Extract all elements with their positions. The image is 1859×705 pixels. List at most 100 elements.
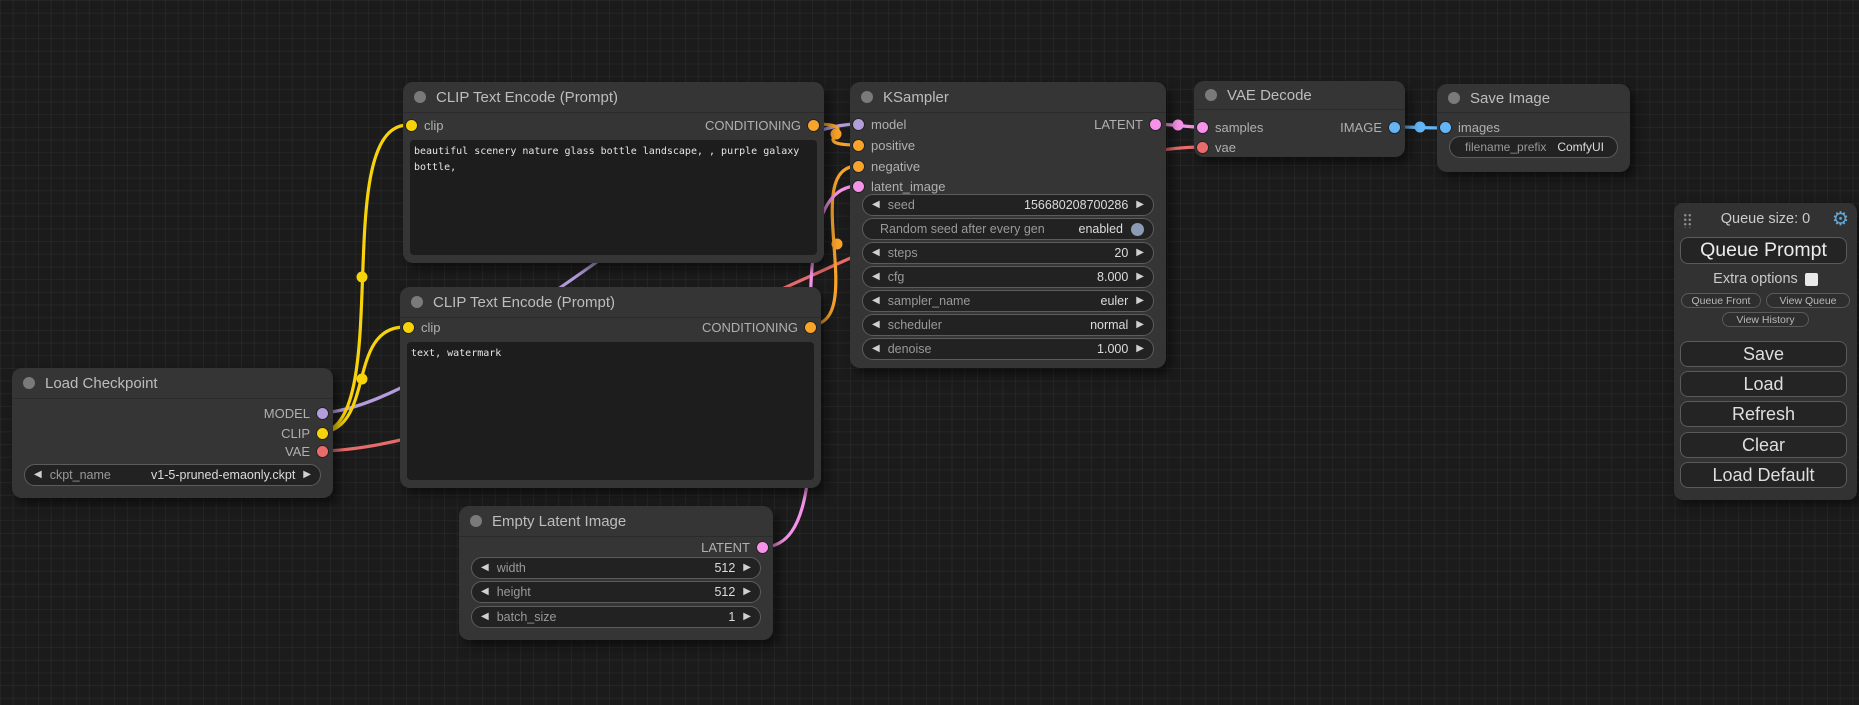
port-label: model [871,117,906,132]
arrow-right-icon[interactable]: ▶ [1136,248,1144,258]
arrow-left-icon[interactable]: ◀ [872,248,880,258]
ckpt-name-widget[interactable]: ◀ ckpt_name v1-5-pruned-emaonly.ckpt ▶ [24,464,321,486]
node-title: CLIP Text Encode (Prompt) [433,294,615,311]
node-vae-decode[interactable]: VAE Decode samples vae IMAGE [1194,81,1405,157]
cfg-widget[interactable]: ◀ cfg 8.000 ▶ [862,266,1154,288]
input-port-clip: clip [403,319,441,335]
collapse-dot-icon[interactable] [1448,92,1460,104]
port-label: CONDITIONING [705,118,801,133]
node-header[interactable]: VAE Decode [1194,81,1405,110]
node-ksampler[interactable]: KSampler model LATENT positive negative … [850,82,1166,368]
arrow-left-icon[interactable]: ◀ [872,320,880,330]
model-port-dot[interactable] [317,408,328,419]
wire-midpoint-dot [832,239,843,250]
arrow-right-icon[interactable]: ▶ [1136,200,1144,210]
arrow-right-icon[interactable]: ▶ [1136,344,1144,354]
view-history-button[interactable]: View History [1722,312,1809,327]
refresh-button[interactable]: Refresh [1680,401,1847,427]
widget-value: euler [1101,294,1129,308]
random-seed-toggle-widget[interactable]: Random seed after every gen enabled [862,218,1154,240]
vae-port-dot[interactable] [317,446,328,457]
conditioning-port-dot[interactable] [808,120,819,131]
arrow-right-icon[interactable]: ▶ [743,587,751,597]
steps-widget[interactable]: ◀ steps 20 ▶ [862,242,1154,264]
image-port-dot[interactable] [1389,122,1400,133]
input-port-negative: negative [853,158,920,174]
model-port-dot[interactable] [853,119,864,130]
clip-port-dot[interactable] [317,428,328,439]
wire-midpoint-dot [357,272,368,283]
collapse-dot-icon[interactable] [414,91,426,103]
node-header[interactable]: Save Image [1437,84,1630,113]
node-save-image[interactable]: Save Image images filename_prefix ComfyU… [1437,84,1630,172]
port-label: CONDITIONING [702,320,798,335]
seed-widget[interactable]: ◀ seed 156680208700286 ▶ [862,194,1154,216]
clear-button[interactable]: Clear [1680,432,1847,458]
node-header[interactable]: CLIP Text Encode (Prompt) [400,287,821,318]
node-header[interactable]: Load Checkpoint [12,368,333,399]
arrow-left-icon[interactable]: ◀ [872,272,880,282]
sampler-name-widget[interactable]: ◀ sampler_name euler ▶ [862,290,1154,312]
arrow-left-icon[interactable]: ◀ [481,612,489,622]
port-label: IMAGE [1340,120,1382,135]
node-clip-text-encode-negative[interactable]: CLIP Text Encode (Prompt) clip CONDITION… [400,287,821,488]
node-empty-latent-image[interactable]: Empty Latent Image LATENT ◀ width 512 ▶ … [459,506,773,640]
collapse-dot-icon[interactable] [861,91,873,103]
vae-port-dot[interactable] [1197,142,1208,153]
node-graph-canvas[interactable]: Load Checkpoint MODEL CLIP VAE ◀ ckpt_na… [0,0,1859,705]
latent-port-dot[interactable] [1150,119,1161,130]
load-button[interactable]: Load [1680,371,1847,397]
arrow-right-icon[interactable]: ▶ [743,612,751,622]
arrow-left-icon[interactable]: ◀ [481,587,489,597]
arrow-right-icon[interactable]: ▶ [1136,320,1144,330]
arrow-left-icon[interactable]: ◀ [481,563,489,573]
widget-value: ComfyUI [1557,140,1608,154]
conditioning-port-dot[interactable] [853,140,864,151]
input-port-model: model [853,116,906,132]
latent-port-dot[interactable] [757,542,768,553]
batch-size-widget[interactable]: ◀ batch_size 1 ▶ [471,606,761,628]
arrow-right-icon[interactable]: ▶ [743,563,751,573]
collapse-dot-icon[interactable] [1205,89,1217,101]
width-widget[interactable]: ◀ width 512 ▶ [471,557,761,579]
arrow-left-icon[interactable]: ◀ [872,344,880,354]
denoise-widget[interactable]: ◀ denoise 1.000 ▶ [862,338,1154,360]
clip-port-dot[interactable] [406,120,417,131]
collapse-dot-icon[interactable] [23,377,35,389]
conditioning-port-dot[interactable] [805,322,816,333]
arrow-left-icon[interactable]: ◀ [872,296,880,306]
load-default-button[interactable]: Load Default [1680,462,1847,488]
latent-port-dot[interactable] [1197,122,1208,133]
node-clip-text-encode-positive[interactable]: CLIP Text Encode (Prompt) clip CONDITION… [403,82,824,263]
arrow-right-icon[interactable]: ▶ [1136,296,1144,306]
conditioning-port-dot[interactable] [853,161,864,172]
toggle-dot-icon[interactable] [1131,223,1144,236]
queue-front-button[interactable]: Queue Front [1681,293,1761,308]
filename-prefix-widget[interactable]: filename_prefix ComfyUI [1449,136,1618,158]
node-load-checkpoint[interactable]: Load Checkpoint MODEL CLIP VAE ◀ ckpt_na… [12,368,333,498]
scheduler-widget[interactable]: ◀ scheduler normal ▶ [862,314,1154,336]
collapse-dot-icon[interactable] [470,515,482,527]
arrow-right-icon[interactable]: ▶ [303,470,311,480]
node-header[interactable]: KSampler [850,82,1166,113]
node-header[interactable]: Empty Latent Image [459,506,773,537]
clip-port-dot[interactable] [403,322,414,333]
view-queue-button[interactable]: View Queue [1766,293,1850,308]
collapse-dot-icon[interactable] [411,296,423,308]
latent-port-dot[interactable] [853,181,864,192]
arrow-right-icon[interactable]: ▶ [1136,272,1144,282]
extra-options-checkbox[interactable] [1805,273,1818,286]
arrow-left-icon[interactable]: ◀ [34,470,42,480]
port-label: CLIP [281,426,310,441]
positive-prompt-text[interactable]: beautiful scenery nature glass bottle la… [410,140,817,255]
node-header[interactable]: CLIP Text Encode (Prompt) [403,82,824,113]
image-port-dot[interactable] [1440,122,1451,133]
height-widget[interactable]: ◀ height 512 ▶ [471,581,761,603]
negative-prompt-text[interactable]: text, watermark [407,342,814,480]
save-button[interactable]: Save [1680,341,1847,367]
widget-value: 1 [728,610,735,624]
gear-icon[interactable]: ⚙ [1832,208,1849,230]
port-label: samples [1215,120,1263,135]
arrow-left-icon[interactable]: ◀ [872,200,880,210]
queue-prompt-button[interactable]: Queue Prompt [1680,237,1847,264]
